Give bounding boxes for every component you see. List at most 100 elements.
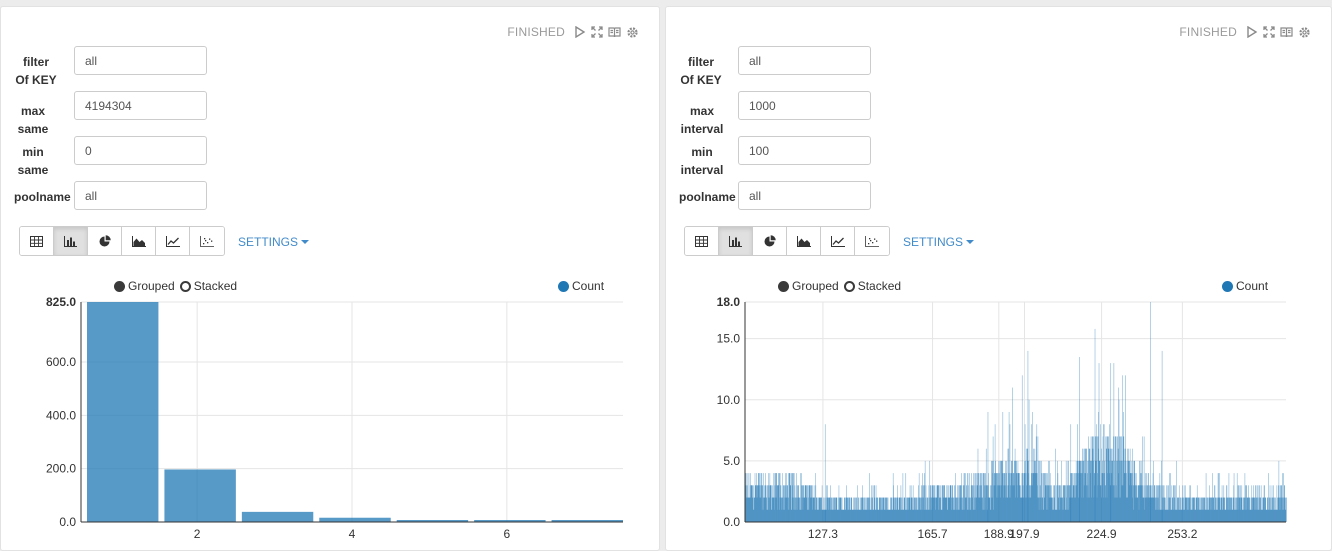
paragraph-panel-left: FINISHED filter Of KEY max same min same… (0, 6, 660, 551)
y-tick-label: 5.0 (723, 454, 740, 468)
filter-of-key-label: filter Of KEY (15, 55, 57, 87)
legend-dot-icon (558, 280, 569, 292)
line-chart-button[interactable] (821, 227, 855, 255)
paragraph-controls: FINISHED (1179, 25, 1311, 39)
poolname-input[interactable] (738, 181, 871, 210)
status-text: FINISHED (1179, 25, 1237, 39)
bar-chart-icon (729, 235, 742, 247)
bar (1027, 350, 1029, 522)
pie-chart-button[interactable] (753, 227, 787, 255)
filter-of-key-input[interactable] (738, 46, 871, 75)
bar (1079, 357, 1080, 522)
scatter-chart-button[interactable] (855, 227, 889, 255)
filter-of-key-input[interactable] (74, 46, 207, 75)
y-tick-label: 10.0 (717, 393, 741, 407)
grouped-label: Grouped (128, 279, 175, 293)
run-icon[interactable] (574, 26, 586, 38)
x-tick-label: 253.2 (1167, 527, 1197, 541)
min-interval-input[interactable] (738, 136, 871, 165)
stacked-toggle[interactable]: Stacked (843, 279, 902, 293)
chart-controls: Grouped Stacked (778, 279, 901, 293)
x-tick-label: 6 (504, 527, 511, 541)
radio-checked-icon (778, 280, 789, 292)
max-same-input[interactable] (74, 91, 207, 120)
settings-dropdown[interactable]: SETTINGS (903, 235, 975, 249)
gear-icon[interactable] (1298, 26, 1311, 39)
radio-checked-icon (114, 280, 125, 292)
max-interval-label: max interval (680, 104, 724, 136)
bar (1150, 302, 1151, 522)
bar-chart-left: 0.0 200.0 400.0 600.0 825.0 2 4 6 (46, 295, 623, 541)
poolname-label: poolname (679, 190, 736, 204)
bar (1110, 363, 1112, 522)
bar (1143, 436, 1145, 522)
legend-label-count: Count (1236, 279, 1269, 293)
radio-unchecked-icon (843, 280, 855, 292)
book-icon[interactable] (608, 26, 621, 38)
table-icon (30, 235, 43, 247)
bar-chart-right: 0.05.010.015.018.0127.3 165.7 188.9197.9 22… (717, 295, 1287, 541)
legend-item-count[interactable]: Count (1222, 279, 1268, 293)
y-tick-label: 825.0 (46, 295, 76, 309)
max-interval-input[interactable] (738, 91, 871, 120)
y-tick-label: 18.0 (717, 295, 741, 309)
chart-type-toolbar (684, 226, 890, 256)
x-tick-label: 197.9 (1009, 527, 1039, 541)
bar (87, 302, 159, 522)
area-chart-button[interactable] (122, 227, 156, 255)
line-chart-icon (830, 235, 845, 247)
run-icon[interactable] (1246, 26, 1258, 38)
scatter-chart-button[interactable] (190, 227, 224, 255)
settings-label: SETTINGS (238, 235, 299, 249)
table-icon (695, 235, 708, 247)
bar (824, 424, 826, 522)
radio-unchecked-icon (179, 280, 191, 292)
x-tick-label: 165.7 (918, 527, 948, 541)
y-tick-label: 0.0 (59, 515, 76, 529)
area-chart-icon (796, 235, 811, 247)
line-chart-icon (165, 235, 180, 247)
y-tick-label: 15.0 (717, 332, 741, 346)
chart-legend: Count (558, 279, 604, 293)
settings-dropdown[interactable]: SETTINGS (238, 235, 310, 249)
legend-dot-icon (1222, 280, 1233, 292)
y-tick-label: 200.0 (46, 462, 76, 476)
legend-item-count[interactable]: Count (558, 279, 604, 293)
chart-legend: Count (1222, 279, 1268, 293)
table-view-button[interactable] (685, 227, 719, 255)
stacked-label: Stacked (193, 279, 238, 293)
min-same-input[interactable] (74, 136, 207, 165)
min-same-label: min same (17, 145, 49, 177)
bar-chart-button[interactable] (54, 227, 88, 255)
gear-icon[interactable] (626, 26, 639, 39)
table-view-button[interactable] (20, 227, 54, 255)
x-tick-label: 127.3 (808, 527, 838, 541)
x-tick-label: 224.9 (1087, 527, 1117, 541)
bar-chart-icon (64, 235, 77, 247)
chart-controls: Grouped Stacked (114, 279, 237, 293)
max-same-label: max same (17, 104, 49, 136)
expand-icon[interactable] (1263, 26, 1275, 38)
bar (1286, 497, 1287, 522)
stacked-label: Stacked (857, 279, 902, 293)
bar (164, 469, 236, 522)
bar (987, 412, 989, 522)
grouped-toggle[interactable]: Grouped (114, 279, 175, 293)
caret-down-icon (966, 240, 975, 244)
area-chart-button[interactable] (787, 227, 821, 255)
area-chart-icon (131, 235, 146, 247)
grouped-toggle[interactable]: Grouped (778, 279, 839, 293)
stacked-toggle[interactable]: Stacked (179, 279, 238, 293)
line-chart-button[interactable] (156, 227, 190, 255)
paragraph-panel-right: FINISHED filter Of KEY max interval min … (665, 6, 1332, 551)
y-tick-label: 600.0 (46, 355, 76, 369)
y-tick-label: 0.0 (723, 515, 740, 529)
pie-chart-button[interactable] (88, 227, 122, 255)
poolname-input[interactable] (74, 181, 207, 210)
bar (1161, 350, 1163, 522)
bar-chart-button[interactable] (719, 227, 753, 255)
book-icon[interactable] (1280, 26, 1293, 38)
expand-icon[interactable] (591, 26, 603, 38)
caret-down-icon (301, 240, 310, 244)
pie-chart-icon (99, 235, 111, 247)
